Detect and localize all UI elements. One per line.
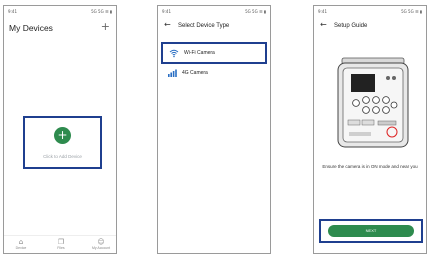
bottom-nav: ⌂ Device ❐ Files ☺ My Account bbox=[4, 235, 116, 253]
device-type-wifi-camera[interactable]: Wi-Fi Camera bbox=[161, 42, 267, 64]
trail-camera-illustration bbox=[337, 57, 409, 148]
page-title: Select Device Type bbox=[178, 23, 230, 29]
select-device-type-screen: 9:41 5G 5G ☰ ▮ ← Select Device Type Wi-F… bbox=[157, 5, 271, 254]
status-bar: 9:41 5G 5G ☰ ▮ bbox=[318, 9, 422, 17]
back-arrow-icon[interactable]: ← bbox=[320, 21, 327, 29]
cellular-signal-icon bbox=[168, 69, 177, 77]
status-time: 9:41 bbox=[318, 9, 327, 14]
device-type-4g-camera[interactable]: 4G Camera bbox=[161, 64, 267, 86]
status-bar: 9:41 5G 5G ☰ ▮ bbox=[162, 9, 266, 17]
user-icon: ☺ bbox=[97, 238, 105, 246]
status-icons: 5G 5G ☰ ▮ bbox=[245, 9, 266, 14]
nav-item-device[interactable]: ⌂ Device bbox=[6, 238, 36, 251]
add-icon[interactable]: + bbox=[101, 21, 110, 32]
wifi-icon bbox=[169, 49, 179, 58]
plus-icon[interactable]: + bbox=[54, 127, 71, 144]
status-bar: 9:41 5G 5G ☰ ▮ bbox=[8, 9, 112, 17]
nav-label: Device bbox=[15, 246, 27, 250]
home-icon: ⌂ bbox=[18, 238, 24, 246]
next-button[interactable]: NEXT bbox=[328, 225, 414, 237]
next-highlight: NEXT bbox=[319, 219, 423, 243]
my-devices-screen: 9:41 5G 5G ☰ ▮ My Devices + + Click to A… bbox=[3, 5, 117, 254]
back-arrow-icon[interactable]: ← bbox=[164, 21, 171, 29]
status-icons: 5G 5G ☰ ▮ bbox=[91, 9, 112, 14]
add-device-label: Click to Add Device bbox=[43, 154, 82, 159]
status-time: 9:41 bbox=[162, 9, 171, 14]
status-icons: 5G 5G ☰ ▮ bbox=[401, 9, 422, 14]
nav-item-files[interactable]: ❐ Files bbox=[46, 238, 76, 251]
status-time: 9:41 bbox=[8, 9, 17, 14]
nav-item-account[interactable]: ☺ My Account bbox=[86, 238, 116, 251]
setup-instruction: Ensure the camera is in ON mode and near… bbox=[322, 164, 418, 169]
page-title: Setup Guide bbox=[334, 23, 368, 29]
setup-guide-screen: 9:41 5G 5G ☰ ▮ ← Setup Guide Ensure the … bbox=[313, 5, 427, 254]
files-icon: ❐ bbox=[57, 238, 65, 246]
device-type-label: Wi-Fi Camera bbox=[184, 50, 215, 56]
nav-label: Files bbox=[57, 246, 65, 250]
page-title: My Devices bbox=[9, 23, 53, 33]
nav-label: My Account bbox=[91, 246, 111, 250]
device-type-label: 4G Camera bbox=[182, 70, 208, 76]
add-device-button[interactable]: + Click to Add Device bbox=[23, 116, 102, 169]
